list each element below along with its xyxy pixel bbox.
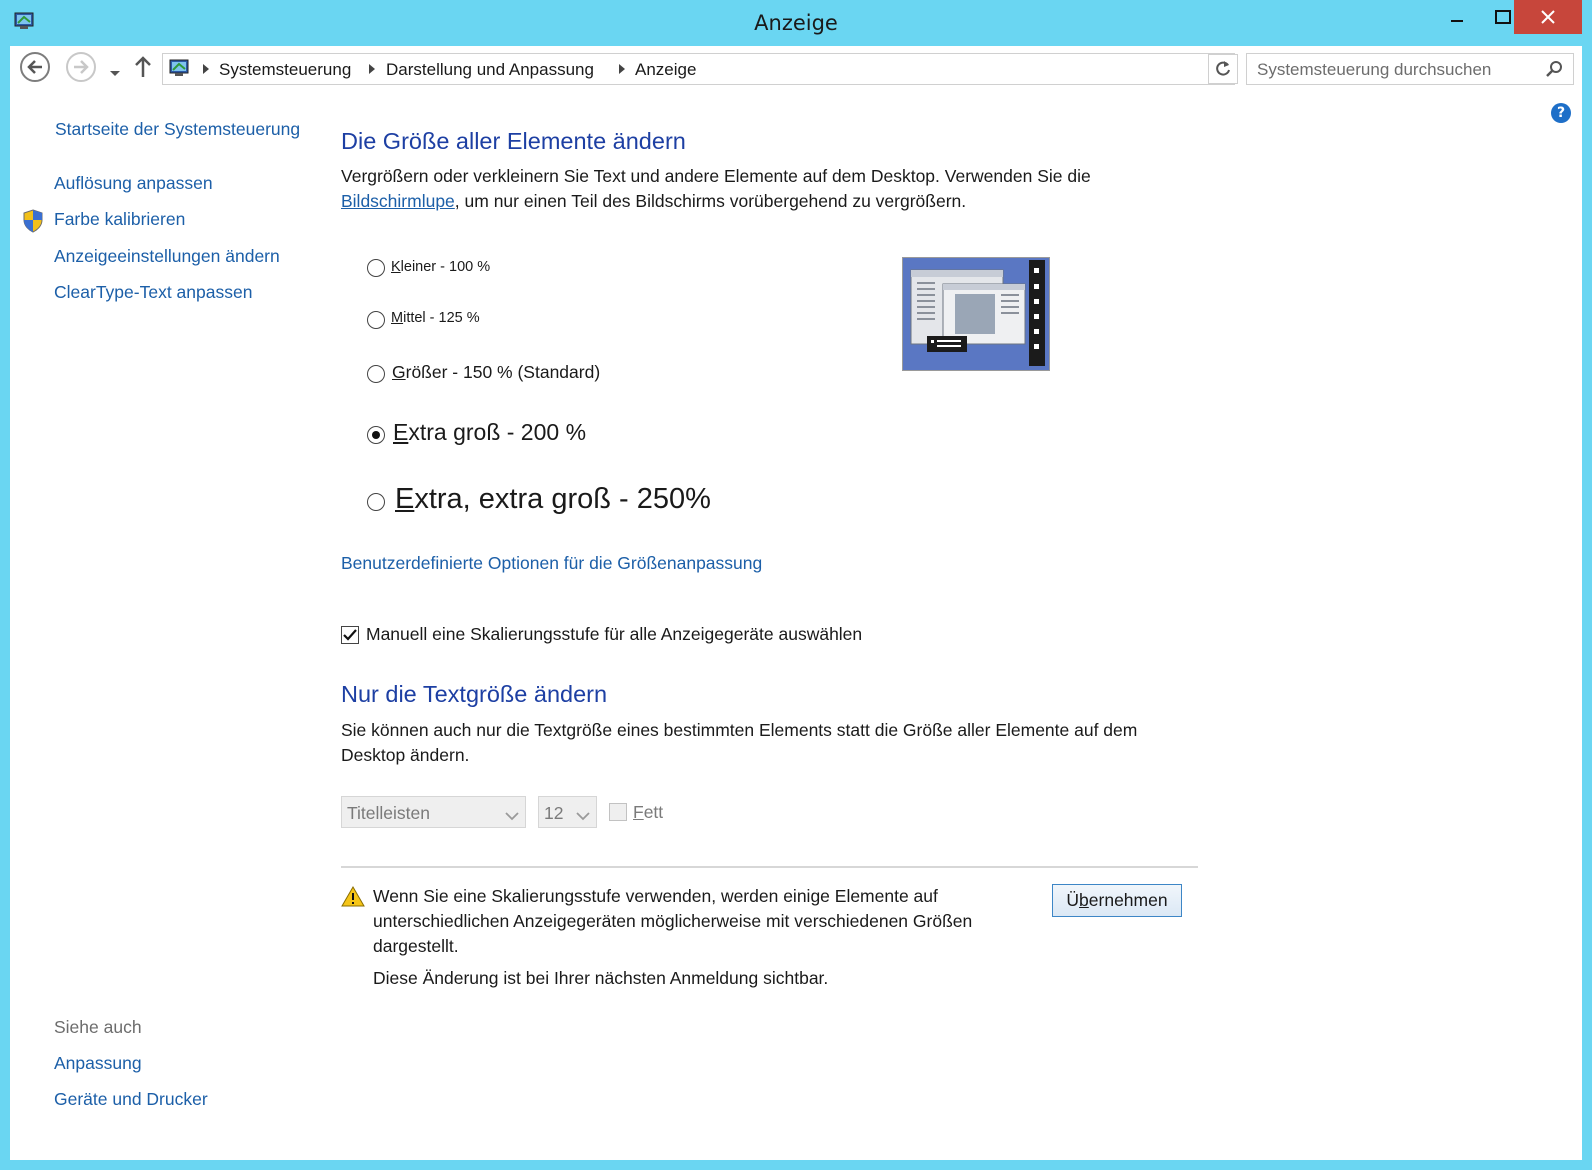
accel-k: K xyxy=(391,259,401,275)
breadcrumb-darstellung[interactable]: Darstellung und Anpassung xyxy=(386,60,594,80)
bold-checkbox[interactable] xyxy=(609,803,627,821)
radio-mittel[interactable] xyxy=(367,311,385,329)
text-size-intro-line2: Desktop ändern. xyxy=(341,745,470,765)
shield-icon xyxy=(22,209,44,237)
label-groesser-text: rößer - 150 % (Standard) xyxy=(405,362,601,382)
radio-groesser[interactable] xyxy=(367,365,385,383)
magnifier-link[interactable]: Bildschirmlupe xyxy=(341,191,455,211)
label-kleiner-text: leiner - 100 % xyxy=(400,259,491,275)
warning-line1: Wenn Sie eine Skalierungsstufe verwenden… xyxy=(373,886,938,906)
forward-button[interactable] xyxy=(66,52,96,82)
radio-kleiner[interactable] xyxy=(367,259,385,277)
arrow-up-icon xyxy=(135,56,151,77)
apply-label-rest: ernehmen xyxy=(1088,890,1168,910)
section-divider xyxy=(341,866,1198,868)
chevron-down-icon xyxy=(576,805,590,826)
search-icon[interactable] xyxy=(1545,60,1563,83)
element-select-value: Titelleisten xyxy=(347,803,430,823)
chevron-down-icon xyxy=(110,71,120,76)
accel-f: F xyxy=(633,802,644,822)
search-input[interactable]: Systemsteuerung durchsuchen xyxy=(1246,53,1574,85)
warning-icon xyxy=(341,886,365,911)
control-panel-icon xyxy=(169,59,191,83)
radio-extra-gross[interactable] xyxy=(367,426,385,444)
manual-scaling-label[interactable]: Manuell eine Skalierungsstufe für alle A… xyxy=(366,622,862,647)
scaling-preview-image xyxy=(902,257,1050,371)
help-icon[interactable]: ? xyxy=(1551,103,1571,123)
text-size-intro-line1: Sie können auch nur die Textgröße eines … xyxy=(341,720,1138,740)
window-title: Anzeige xyxy=(754,11,838,35)
label-kleiner[interactable]: Kleiner - 100 % xyxy=(391,259,490,275)
font-size-select-value: 12 xyxy=(544,803,564,823)
address-bar[interactable]: Systemsteuerung Darstellung und Anpassun… xyxy=(162,53,1235,85)
warning-line3: dargestellt. xyxy=(373,936,459,956)
label-extra-extra-gross-text: xtra, extra groß - 250% xyxy=(414,483,711,515)
logon-notice: Diese Änderung ist bei Ihrer nächsten An… xyxy=(373,968,829,988)
custom-sizing-link[interactable]: Benutzerdefinierte Optionen für die Größ… xyxy=(341,551,762,576)
element-select[interactable]: Titelleisten xyxy=(341,796,526,828)
search-placeholder: Systemsteuerung durchsuchen xyxy=(1257,60,1492,79)
label-extra-gross-text: xtra groß - 200 % xyxy=(408,419,587,445)
title-bar[interactable]: Anzeige xyxy=(0,0,1592,46)
accel-e2: E xyxy=(395,483,415,515)
sidebar-item-farbe[interactable]: Farbe kalibrieren xyxy=(54,209,185,230)
navigation-bar: Systemsteuerung Darstellung und Anpassun… xyxy=(10,46,1582,96)
close-button[interactable] xyxy=(1514,0,1582,34)
close-icon xyxy=(1541,10,1555,24)
label-groesser[interactable]: Größer - 150 % (Standard) xyxy=(392,362,600,383)
accel-e: E xyxy=(393,419,409,445)
heading-text-size: Nur die Textgröße ändern xyxy=(341,681,608,707)
label-extra-gross[interactable]: Extra groß - 200 % xyxy=(393,419,586,446)
control-panel-window: Anzeige Systemsteuerung Darstellung und … xyxy=(0,0,1592,1170)
breadcrumb-separator-icon[interactable] xyxy=(619,64,625,74)
apply-button[interactable]: Übernehmen xyxy=(1052,884,1182,917)
arrow-right-icon xyxy=(74,60,89,74)
refresh-button[interactable] xyxy=(1208,54,1238,84)
minimize-button[interactable] xyxy=(1434,0,1480,34)
radio-extra-extra-gross[interactable] xyxy=(367,493,385,511)
sidebar-item-cleartype[interactable]: ClearType-Text anpassen xyxy=(54,282,252,303)
manual-scaling-checkbox[interactable] xyxy=(341,626,359,644)
breadcrumb-anzeige[interactable]: Anzeige xyxy=(635,60,696,80)
chevron-down-icon xyxy=(505,805,519,826)
refresh-icon xyxy=(1216,61,1230,76)
sidebar-home-link[interactable]: Startseite der Systemsteuerung xyxy=(55,119,300,140)
apply-label-pre: Ü xyxy=(1066,890,1080,910)
heading-scale-all: Die Größe aller Elemente ändern xyxy=(341,128,686,154)
arrow-left-icon xyxy=(27,60,42,74)
accel-g: G xyxy=(392,362,406,382)
sidebar-item-aufloesung[interactable]: Auflösung anpassen xyxy=(54,173,213,194)
minimize-icon xyxy=(1451,20,1463,22)
accel-m: M xyxy=(391,310,404,326)
intro-text-line1: Vergrößern oder verkleinern Sie Text und… xyxy=(341,166,1091,186)
see-also-anpassung[interactable]: Anpassung xyxy=(54,1053,142,1074)
intro-text-line2: Bildschirmlupe, um nur einen Teil des Bi… xyxy=(341,189,966,214)
breadcrumb-systemsteuerung[interactable]: Systemsteuerung xyxy=(219,60,351,80)
maximize-icon xyxy=(1495,10,1511,24)
warning-line2: unterschiedlichen Anzeigegeräten möglich… xyxy=(373,911,973,931)
breadcrumb-separator-icon[interactable] xyxy=(369,64,375,74)
breadcrumb-separator-icon[interactable] xyxy=(203,64,209,74)
checkmark-icon xyxy=(343,629,357,641)
label-extra-extra-gross[interactable]: Extra, extra groß - 250% xyxy=(395,483,711,516)
up-button[interactable] xyxy=(134,55,152,83)
sidebar-item-anzeigeeinstellungen[interactable]: Anzeigeeinstellungen ändern xyxy=(54,246,280,267)
see-also-heading: Siehe auch xyxy=(54,1017,142,1037)
font-size-select[interactable]: 12 xyxy=(538,796,597,828)
accel-b: b xyxy=(1079,890,1089,910)
label-mittel-text: ittel - 125 % xyxy=(403,310,480,326)
bold-label[interactable]: Fett xyxy=(633,800,663,825)
bold-label-text: ett xyxy=(643,802,664,822)
back-button[interactable] xyxy=(20,52,50,82)
see-also-geraete[interactable]: Geräte und Drucker xyxy=(54,1089,208,1110)
label-mittel[interactable]: Mittel - 125 % xyxy=(391,310,480,326)
intro-text-rest: , um nur einen Teil des Bildschirms vorü… xyxy=(454,191,967,211)
recent-locations-button[interactable] xyxy=(109,63,121,82)
